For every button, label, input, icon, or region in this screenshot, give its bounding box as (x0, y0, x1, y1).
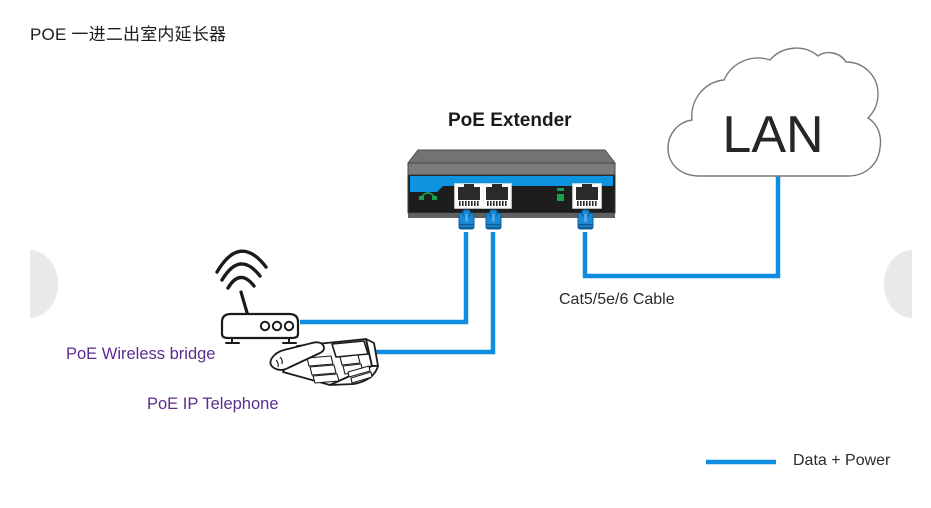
cable-type-label: Cat5/5e/6 Cable (559, 291, 675, 308)
port-poe-out-1[interactable] (454, 183, 484, 209)
label-wireless-bridge: PoE Wireless bridge (66, 345, 216, 363)
right-edge-decoration (884, 250, 912, 318)
led-indicator-bottom (557, 194, 564, 201)
device-top-panel (406, 149, 617, 164)
label-ip-telephone: PoE IP Telephone (147, 395, 279, 413)
poe-extender-device (406, 149, 617, 218)
wireless-bridge-icon (215, 249, 300, 344)
port-poe-out-2[interactable] (482, 183, 512, 209)
legend-label: Data + Power (793, 452, 891, 469)
port-poe-in[interactable] (572, 183, 602, 209)
cloud-label: LAN (722, 106, 823, 164)
device-title: PoE Extender (448, 110, 572, 131)
network-diagram-artwork: LAN (30, 47, 912, 465)
diagram-canvas: LAN POE 一进二出室内延长器 PoE Extender Cat5/5e/6… (0, 0, 931, 508)
led-indicator-top (557, 188, 564, 191)
rj45-plug-in (577, 209, 594, 230)
ip-telephone-icon (269, 338, 379, 386)
rj45-plug-out-1 (458, 209, 475, 230)
page-title: POE 一进二出室内延长器 (30, 25, 227, 44)
device-upper-body (407, 162, 616, 176)
cable-to-wireless-bridge (300, 232, 469, 325)
lan-cloud: LAN (667, 47, 882, 177)
rj45-plug-out-2 (485, 209, 502, 230)
cable-to-ip-telephone (345, 232, 496, 355)
left-edge-decoration (30, 250, 58, 318)
